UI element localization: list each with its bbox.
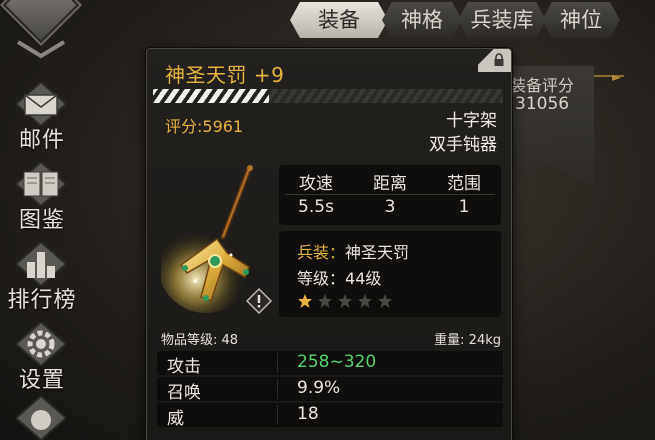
tab-armory[interactable]: 兵装库: [458, 2, 546, 38]
sidebar-item-label: 邮件: [18, 128, 65, 153]
attribute-value: 258~320: [297, 352, 377, 372]
attribute-row: 召唤 9.9%: [157, 377, 503, 403]
menu-emblem-icon[interactable]: [2, 0, 80, 44]
arrow-right-icon: ►: [612, 70, 622, 84]
sidebar-item-label: 排行榜: [7, 288, 77, 313]
attribute-key: 威: [167, 409, 184, 429]
sidebar-item-label: 设置: [18, 368, 65, 393]
item-weight: 重量: 24kg: [434, 333, 501, 348]
item-meta-row: 物品等级: 48 重量: 24kg: [161, 329, 501, 348]
enhance-progress-bar: [153, 89, 503, 103]
tab-divine-rank[interactable]: 神位: [542, 2, 620, 38]
equip-set-value: 神圣天罚: [345, 243, 410, 262]
warning-icon[interactable]: [245, 287, 273, 315]
weapon-stats-table: 攻速 距离 范围 5.5s 3 1: [279, 165, 501, 225]
divider: [277, 353, 278, 373]
chevron-down-icon: [16, 40, 66, 59]
weapon-stats-values: 5.5s 3 1: [279, 197, 501, 217]
star-empty-icon: [358, 294, 372, 308]
divider: [285, 194, 495, 195]
attribute-row: 威 18: [157, 403, 503, 429]
divider: [277, 379, 278, 399]
weapon-type-block: 十字架 双手钝器: [429, 109, 497, 157]
stat-header-range: 范围: [447, 174, 481, 194]
attribute-key: 召唤: [167, 383, 201, 403]
lock-icon[interactable]: [493, 53, 505, 67]
stat-value-attack-speed: 5.5s: [298, 197, 334, 217]
sidebar-item-ranking[interactable]: 排行榜: [4, 238, 84, 318]
equip-level-value: 44级: [345, 269, 382, 288]
star-empty-icon: [318, 294, 332, 308]
sidebar-item-label: 图鉴: [18, 208, 65, 233]
more-menu-icon[interactable]: [16, 396, 66, 440]
tab-equipment[interactable]: 装备: [290, 2, 388, 38]
equip-info-box: 兵装：神圣天罚 等级：44级: [279, 231, 501, 317]
equip-set-row: 兵装：神圣天罚: [297, 239, 409, 263]
book-icon: [16, 162, 66, 206]
ranking-icon: [16, 242, 66, 286]
star-empty-icon: [338, 294, 352, 308]
enhance-progress-fill: [153, 89, 269, 103]
top-tab-bar: 装备 神格 兵装库 神位: [290, 2, 655, 38]
star-filled-icon: [298, 294, 312, 308]
attribute-table: 攻击 258~320 召唤 9.9% 威 18: [157, 351, 503, 429]
stat-value-distance: 3: [384, 197, 396, 217]
star-empty-icon: [378, 294, 392, 308]
divider: [277, 405, 278, 425]
sidebar-item-settings[interactable]: 设置: [4, 318, 84, 398]
equip-level-key: 等级：: [297, 269, 346, 288]
item-name: 神圣天罚 +9: [165, 63, 285, 87]
stat-value-range: 1: [458, 197, 470, 217]
attribute-value: 9.9%: [297, 378, 341, 398]
attribute-value: 18: [297, 404, 319, 424]
tab-godhood[interactable]: 神格: [382, 2, 462, 38]
equipment-score-value: 31056: [515, 94, 570, 114]
weapon-stats-header: 攻速 距离 范围: [279, 169, 501, 194]
attribute-key: 攻击: [167, 357, 201, 377]
mail-icon: [16, 82, 66, 126]
sidebar-item-codex[interactable]: 图鉴: [4, 158, 84, 238]
weapon-class: 双手钝器: [429, 135, 497, 155]
equip-level-row: 等级：44级: [297, 265, 381, 289]
sidebar-item-mail[interactable]: 邮件: [4, 78, 84, 158]
item-level: 物品等级: 48: [161, 333, 239, 348]
stat-header-distance: 距离: [373, 174, 407, 194]
equipment-score-label: 装备评分: [510, 76, 575, 95]
weapon-type: 十字架: [446, 111, 497, 131]
gear-icon: [16, 322, 66, 366]
star-rating: [297, 293, 393, 309]
left-sidebar: 邮件 图鉴 排行榜 设置: [0, 0, 90, 440]
stat-header-attack-speed: 攻速: [299, 174, 333, 194]
item-score: 评分:5961: [165, 117, 244, 136]
item-tooltip-card: 神圣天罚 +9 评分:5961 十字架 双手钝器 攻速 距离 范围 5.5s 3…: [146, 48, 512, 440]
attribute-row: 攻击 258~320: [157, 351, 503, 377]
equip-set-key: 兵装：: [297, 243, 346, 262]
